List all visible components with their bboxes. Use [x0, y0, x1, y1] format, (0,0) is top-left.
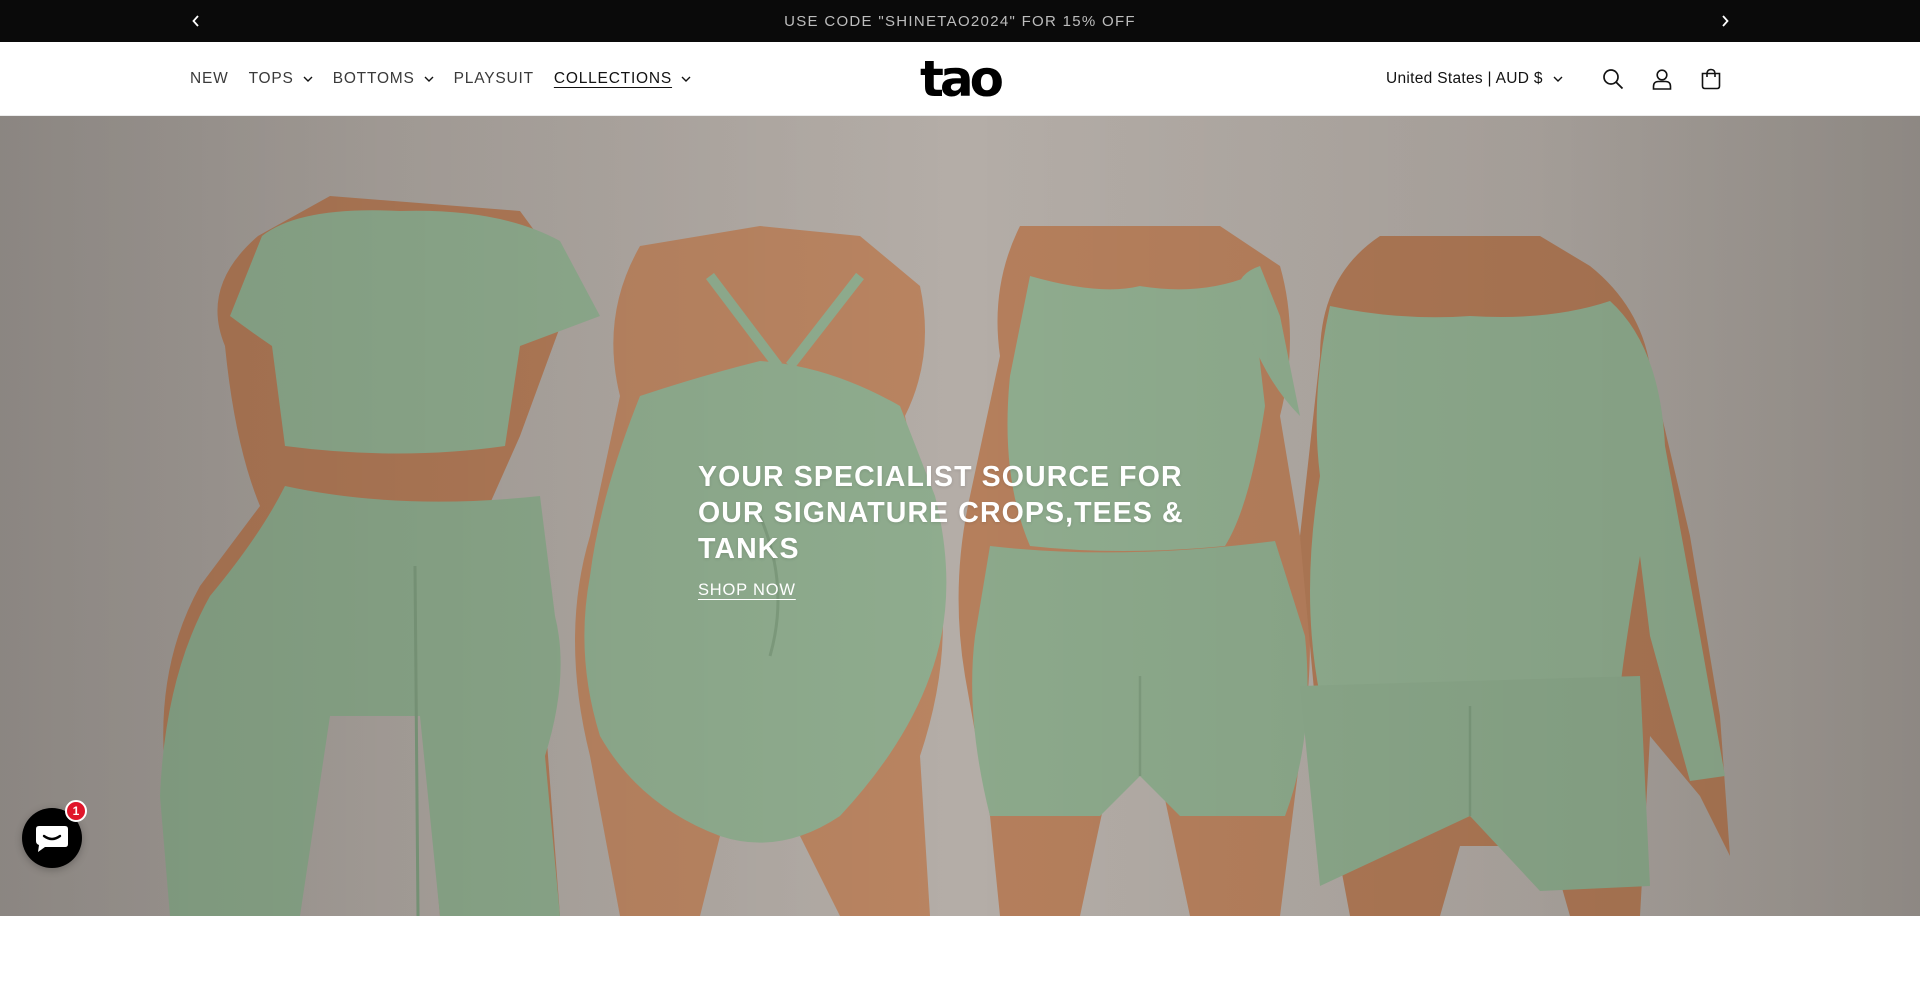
main-nav: NEW TOPS BOTTOMS PLAYSUIT COLLECTIONS — [180, 42, 701, 116]
shop-now-link[interactable]: SHOP NOW — [698, 581, 796, 600]
chevron-down-icon — [424, 76, 434, 82]
nav-item-tops[interactable]: TOPS — [239, 59, 323, 99]
account-button[interactable] — [1642, 59, 1682, 99]
chevron-right-icon — [1722, 15, 1729, 27]
site-header: NEW TOPS BOTTOMS PLAYSUIT COLLECTIONS ta… — [0, 42, 1920, 116]
nav-label: BOTTOMS — [332, 70, 415, 87]
cart-button[interactable] — [1691, 59, 1731, 99]
announcement-next-button[interactable] — [1705, 0, 1745, 42]
nav-label: TOPS — [248, 70, 294, 87]
site-logo[interactable]: tao — [912, 52, 1008, 106]
nav-item-bottoms[interactable]: BOTTOMS — [323, 59, 444, 99]
chevron-left-icon — [192, 15, 199, 27]
nav-label: PLAYSUIT — [453, 70, 534, 87]
chat-unread-badge: 1 — [65, 800, 87, 822]
hero-title: YOUR SPECIALIST SOURCE FOR OUR SIGNATURE… — [698, 461, 1184, 565]
locale-label: United States | AUD $ — [1386, 70, 1543, 87]
announcement-text: USE CODE "SHINETAO2024" FOR 15% OFF — [784, 12, 1136, 30]
chevron-down-icon — [681, 76, 691, 82]
account-icon — [1652, 69, 1672, 90]
country-currency-selector[interactable]: United States | AUD $ — [1386, 59, 1563, 99]
logo-text: tao — [920, 50, 1004, 108]
search-icon — [1603, 69, 1624, 90]
chevron-down-icon — [303, 76, 313, 82]
nav-item-new[interactable]: NEW — [180, 59, 239, 99]
nav-label: NEW — [190, 70, 229, 87]
chat-icon — [36, 826, 68, 852]
announcement-prev-button[interactable] — [176, 0, 216, 42]
search-button[interactable] — [1593, 59, 1633, 99]
nav-item-collections[interactable]: COLLECTIONS — [544, 59, 701, 99]
nav-label: COLLECTIONS — [553, 70, 673, 87]
hero-banner: YOUR SPECIALIST SOURCE FOR OUR SIGNATURE… — [0, 116, 1920, 916]
announcement-bar: USE CODE "SHINETAO2024" FOR 15% OFF — [0, 0, 1920, 42]
chevron-down-icon — [1553, 76, 1563, 82]
nav-item-playsuit[interactable]: PLAYSUIT — [444, 59, 544, 99]
hero-content: YOUR SPECIALIST SOURCE FOR OUR SIGNATURE… — [698, 459, 1258, 600]
cart-icon — [1701, 68, 1721, 90]
